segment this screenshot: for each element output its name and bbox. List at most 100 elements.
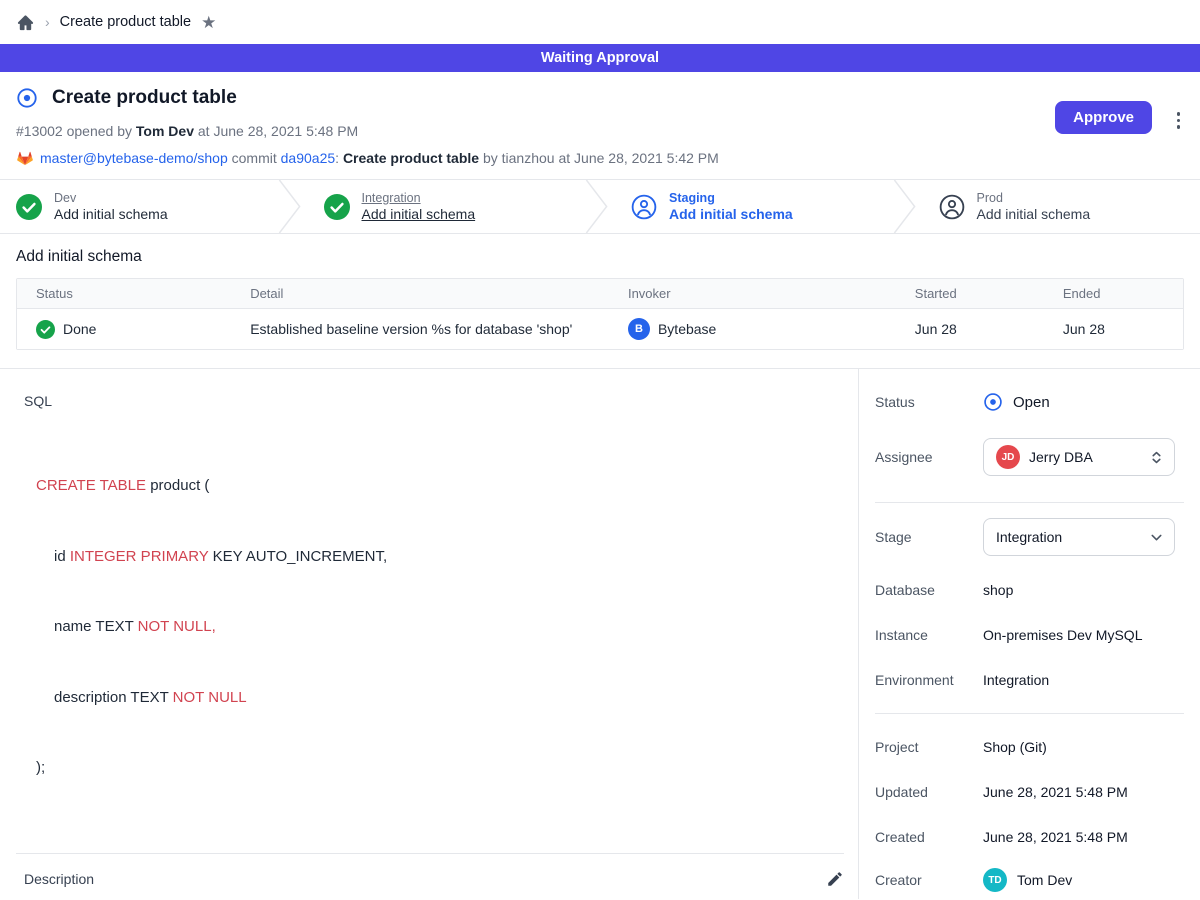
creator-label: Creator [875, 872, 983, 888]
issue-open-icon [16, 87, 38, 109]
check-circle-icon [36, 320, 55, 339]
col-status: Status [17, 286, 250, 301]
stage-value: Integration [996, 529, 1140, 545]
breadcrumb-current[interactable]: Create product table [60, 14, 191, 30]
chevron-down-icon [1149, 530, 1164, 545]
sql-text: id [54, 548, 70, 565]
sql-keyword: CREATE TABLE [36, 477, 146, 494]
assignee-select[interactable]: JD Jerry DBA [983, 438, 1175, 476]
invoker-avatar: B [628, 318, 650, 340]
task-table: Status Detail Invoker Started Ended Done… [16, 278, 1184, 350]
stage-label: Stage [875, 529, 983, 545]
sidebar-row-database: Database shop [875, 579, 1184, 601]
created-value: June 28, 2021 5:48 PM [983, 829, 1128, 845]
breadcrumb-chevron-icon: › [45, 14, 50, 30]
favorite-star-icon[interactable]: ★ [201, 14, 216, 31]
sql-keyword: INTEGER PRIMARY [70, 548, 209, 565]
sql-text: KEY AUTO_INCREMENT, [208, 548, 387, 565]
stage-separator-icon [278, 180, 302, 233]
stage-prod[interactable]: ProdAdd initial schema [917, 180, 1200, 233]
status-value: Open [1013, 394, 1050, 411]
gitlab-icon [16, 149, 34, 167]
edit-pencil-icon[interactable] [826, 870, 844, 888]
commit-hash-link[interactable]: da90a25 [281, 150, 336, 166]
updated-value: June 28, 2021 5:48 PM [983, 784, 1128, 800]
col-ended: Ended [1063, 286, 1183, 301]
sidebar-row-updated: Updated June 28, 2021 5:48 PM [875, 781, 1184, 803]
environment-value: Integration [983, 672, 1049, 688]
sidebar-row-stage: Stage Integration [875, 518, 1184, 556]
user-circle-icon [631, 194, 657, 220]
divider [16, 853, 844, 854]
sidebar-row-environment: Environment Integration [875, 669, 1184, 691]
assignee-value: Jerry DBA [1029, 449, 1140, 465]
pipeline-stage-bar: DevAdd initial schema IntegrationAdd ini… [0, 179, 1200, 234]
col-started: Started [915, 286, 1063, 301]
stage-integration[interactable]: IntegrationAdd initial schema [302, 180, 586, 233]
sidebar: Status Open Assignee JD Jerry DBA Stage … [858, 369, 1200, 899]
stage-env-label: Prod [977, 191, 1091, 205]
sidebar-row-creator: Creator TDTom Dev [875, 868, 1184, 892]
assignee-label: Assignee [875, 449, 983, 465]
sql-text: ); [36, 759, 45, 776]
breadcrumb: › Create product table ★ [0, 0, 1200, 44]
project-label: Project [875, 739, 983, 755]
sql-code-block: CREATE TABLE product ( id INTEGER PRIMAR… [24, 427, 844, 827]
commit-word: commit [228, 150, 281, 166]
divider [875, 502, 1184, 503]
created-label: Created [875, 829, 983, 845]
status-banner-text: Waiting Approval [541, 50, 659, 66]
status-banner: Waiting Approval [0, 44, 1200, 72]
approve-button[interactable]: Approve [1055, 101, 1152, 134]
commit-line: master@bytebase-demo/shop commit da90a25… [16, 149, 1184, 167]
stage-env-label: Staging [669, 191, 793, 205]
stage-separator-icon [893, 180, 917, 233]
stage-task-label: Add initial schema [54, 206, 168, 222]
instance-value: On-premises Dev MySQL [983, 627, 1142, 643]
stage-select[interactable]: Integration [983, 518, 1175, 556]
sql-text: product ( [146, 477, 209, 494]
issue-author: Tom Dev [136, 123, 194, 139]
more-actions-icon[interactable] [1173, 108, 1185, 133]
user-circle-icon [939, 194, 965, 220]
stage-staging[interactable]: StagingAdd initial schema [609, 180, 893, 233]
home-icon[interactable] [16, 13, 35, 32]
selector-updown-icon [1149, 450, 1164, 465]
task-invoker: Bytebase [658, 321, 716, 337]
creator-avatar: TD [983, 868, 1007, 892]
stage-task-label: Add initial schema [977, 206, 1091, 222]
issue-meta-prefix: #13002 opened by [16, 123, 136, 139]
task-ended: Jun 28 [1063, 321, 1183, 337]
project-value: Shop (Git) [983, 739, 1047, 755]
check-circle-icon [16, 194, 42, 220]
task-section: Add initial schema Status Detail Invoker… [0, 234, 1200, 368]
main-column: SQL CREATE TABLE product ( id INTEGER PR… [0, 369, 858, 899]
environment-label: Environment [875, 672, 983, 688]
sql-keyword: NOT NULL [173, 689, 247, 706]
sql-keyword: NOT NULL, [138, 618, 216, 635]
sidebar-row-project: Project Shop (Git) [875, 736, 1184, 758]
issue-open-icon [983, 392, 1003, 412]
table-row[interactable]: Done Established baseline version %s for… [17, 309, 1183, 349]
status-label: Status [875, 394, 983, 410]
issue-meta: #13002 opened by Tom Dev at June 28, 202… [16, 123, 1184, 139]
sql-label: SQL [24, 393, 844, 409]
stage-env-label: Dev [54, 191, 168, 205]
issue-header: Create product table #13002 opened by To… [0, 72, 1200, 179]
description-label: Description [24, 871, 94, 887]
stage-dev[interactable]: DevAdd initial schema [0, 180, 278, 233]
commit-branch-link[interactable]: master@bytebase-demo/shop [40, 150, 228, 166]
database-label: Database [875, 582, 983, 598]
assignee-avatar: JD [996, 445, 1020, 469]
col-invoker: Invoker [628, 286, 915, 301]
divider [875, 713, 1184, 714]
sql-text: name TEXT [54, 618, 138, 635]
instance-label: Instance [875, 627, 983, 643]
task-detail: Established baseline version %s for data… [250, 321, 628, 337]
task-status: Done [63, 321, 96, 337]
database-value: shop [983, 582, 1013, 598]
stage-task-label: Add initial schema [362, 206, 476, 222]
sidebar-row-instance: Instance On-premises Dev MySQL [875, 624, 1184, 646]
stage-task-label: Add initial schema [669, 206, 793, 222]
updated-label: Updated [875, 784, 983, 800]
